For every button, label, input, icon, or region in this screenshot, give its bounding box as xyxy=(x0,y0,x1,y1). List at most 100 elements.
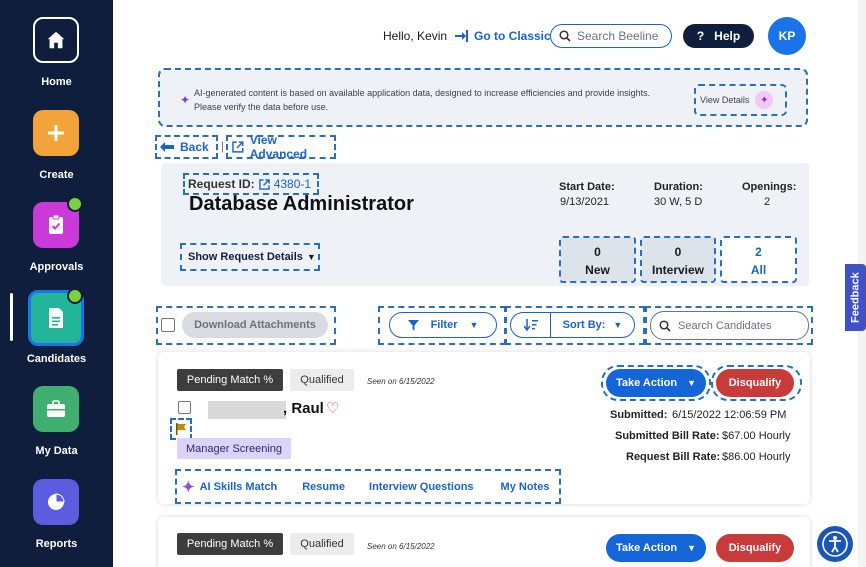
go-to-classic-label: Go to Classic xyxy=(474,29,551,43)
go-to-classic-link[interactable]: Go to Classic xyxy=(455,29,551,43)
sidebar-item-reports[interactable]: Reports xyxy=(0,472,113,567)
resume-link[interactable]: Resume xyxy=(302,481,345,493)
filter-icon xyxy=(407,319,419,331)
caret-down-icon: ▼ xyxy=(306,252,316,262)
sign-in-icon xyxy=(455,30,468,42)
accessibility-icon xyxy=(822,531,848,557)
candidate-name[interactable]: , Raul xyxy=(283,400,324,417)
take-action-button[interactable]: Take Action ▼ xyxy=(606,369,706,397)
view-details-label: View Details xyxy=(700,95,750,105)
help-label: Help xyxy=(714,29,741,43)
caret-down-icon: ▼ xyxy=(687,543,697,553)
candidate-links: ✦ AI Skills Match Resume Interview Quest… xyxy=(175,469,561,504)
feedback-tab[interactable]: Feedback xyxy=(845,264,866,331)
duration-value: 30 W, 5 D xyxy=(654,196,703,208)
view-advanced-button[interactable]: View Advanced xyxy=(226,133,336,161)
sidebar-item-candidates[interactable]: Candidates xyxy=(0,285,113,375)
filter-button[interactable]: Filter ▼ xyxy=(389,312,497,338)
search-candidates-input[interactable]: Search Candidates xyxy=(650,311,809,340)
caret-down-icon: ▼ xyxy=(613,320,623,330)
redacted-last-name xyxy=(208,401,286,419)
count-all[interactable]: 2 All xyxy=(720,236,797,283)
ai-skills-match-link[interactable]: ✦ AI Skills Match xyxy=(182,478,277,496)
reports-tile xyxy=(33,479,79,525)
flag-icon xyxy=(176,423,186,435)
back-button[interactable]: Back xyxy=(155,135,218,159)
count-interview[interactable]: 0 Interview xyxy=(640,236,716,283)
request-id-label: Request ID: xyxy=(188,177,255,191)
flag-button[interactable] xyxy=(170,418,192,440)
take-action-label: Take Action xyxy=(615,542,678,554)
match-tag: Pending Match % xyxy=(177,369,283,391)
select-all-checkbox[interactable] xyxy=(161,318,175,332)
clipboard-check-icon xyxy=(49,214,63,234)
divider: | xyxy=(221,139,225,153)
submitted-bill-rate-value: $67.00 Hourly xyxy=(722,430,791,442)
disqualify-button[interactable]: Disqualify xyxy=(716,369,794,397)
sort-by-button[interactable]: Sort By: ▼ xyxy=(510,312,635,338)
avatar[interactable]: KP xyxy=(768,17,806,55)
show-request-details-toggle[interactable]: Show Request Details ▼ xyxy=(180,243,320,271)
download-attachments-button[interactable]: Download Attachments xyxy=(182,312,328,338)
match-tag: Pending Match % xyxy=(177,533,283,555)
sidebar-item-label: Candidates xyxy=(26,353,87,365)
sidebar-item-label: My Data xyxy=(35,445,78,457)
candidate-checkbox[interactable] xyxy=(178,401,191,414)
start-date-value: 9/13/2021 xyxy=(560,196,609,208)
sidebar-item-home[interactable]: Home xyxy=(0,0,113,95)
count-interview-value: 0 xyxy=(674,245,682,259)
count-new-value: 0 xyxy=(594,245,601,259)
my-data-tile xyxy=(33,386,79,432)
sort-by-label: Sort By: xyxy=(562,319,606,331)
submitted-label: Submitted: xyxy=(610,409,668,421)
sidebar-item-create[interactable]: Create xyxy=(0,100,113,190)
ai-disclaimer-text: AI-generated content is based on availab… xyxy=(194,88,651,112)
caret-down-icon: ▼ xyxy=(687,378,697,388)
briefcase-icon xyxy=(47,400,65,417)
back-label: Back xyxy=(180,140,209,154)
disqualify-button[interactable]: Disqualify xyxy=(716,534,794,562)
notification-dot xyxy=(67,196,83,212)
sort-order-button[interactable] xyxy=(511,313,551,337)
show-details-label: Show Request Details xyxy=(188,251,303,263)
active-indicator xyxy=(10,293,13,341)
qualified-tag: Qualified xyxy=(290,533,354,555)
request-id-value: 4380-1 xyxy=(273,177,312,191)
page-title: Database Administrator xyxy=(189,193,414,215)
request-id[interactable]: Request ID: 4380-1 xyxy=(183,173,319,195)
view-details-button[interactable]: View Details ✦ xyxy=(694,84,787,116)
help-button[interactable]: ? Help xyxy=(683,24,754,48)
submitted-bill-rate-label: Submitted Bill Rate: xyxy=(615,430,720,442)
count-all-value: 2 xyxy=(755,245,762,259)
openings-label: Openings: xyxy=(742,181,797,193)
search-candidates-placeholder: Search Candidates xyxy=(678,319,772,332)
interview-questions-link[interactable]: Interview Questions xyxy=(369,481,474,493)
seen-date: Seen on 6/15/2022 xyxy=(367,377,435,386)
accessibility-button[interactable] xyxy=(817,526,853,562)
take-action-label: Take Action xyxy=(615,377,678,389)
view-advanced-label: View Advanced xyxy=(249,133,308,161)
heart-icon[interactable]: ♡ xyxy=(326,399,339,417)
external-link-icon xyxy=(232,141,244,153)
sidebar-item-label: Approvals xyxy=(29,261,84,273)
duration-label: Duration: xyxy=(654,181,703,193)
filter-label: Filter xyxy=(430,319,458,331)
count-new-label: New xyxy=(585,263,610,277)
sparkle-icon: ✦ xyxy=(182,478,195,496)
pie-chart-icon xyxy=(48,493,65,510)
caret-down-icon: ▼ xyxy=(469,320,479,330)
sort-by-dropdown[interactable]: Sort By: ▼ xyxy=(551,319,634,331)
my-notes-link[interactable]: My Notes xyxy=(501,481,550,493)
notification-dot xyxy=(67,288,83,304)
count-new[interactable]: 0 New xyxy=(559,236,636,283)
sidebar-item-approvals[interactable]: Approvals xyxy=(0,193,113,283)
sidebar-item-my-data[interactable]: My Data xyxy=(0,378,113,468)
home-tile xyxy=(33,17,79,63)
search-beeline-input[interactable]: Search Beeline xyxy=(550,24,672,48)
openings-value: 2 xyxy=(764,196,771,208)
greeting: Hello, Kevin xyxy=(383,29,448,43)
take-action-button[interactable]: Take Action ▼ xyxy=(606,534,706,562)
sort-icon xyxy=(523,319,538,331)
request-bill-rate-value: $86.00 Hourly xyxy=(722,451,791,463)
sidebar: Home Create Approvals Candidates My Data… xyxy=(0,0,113,567)
